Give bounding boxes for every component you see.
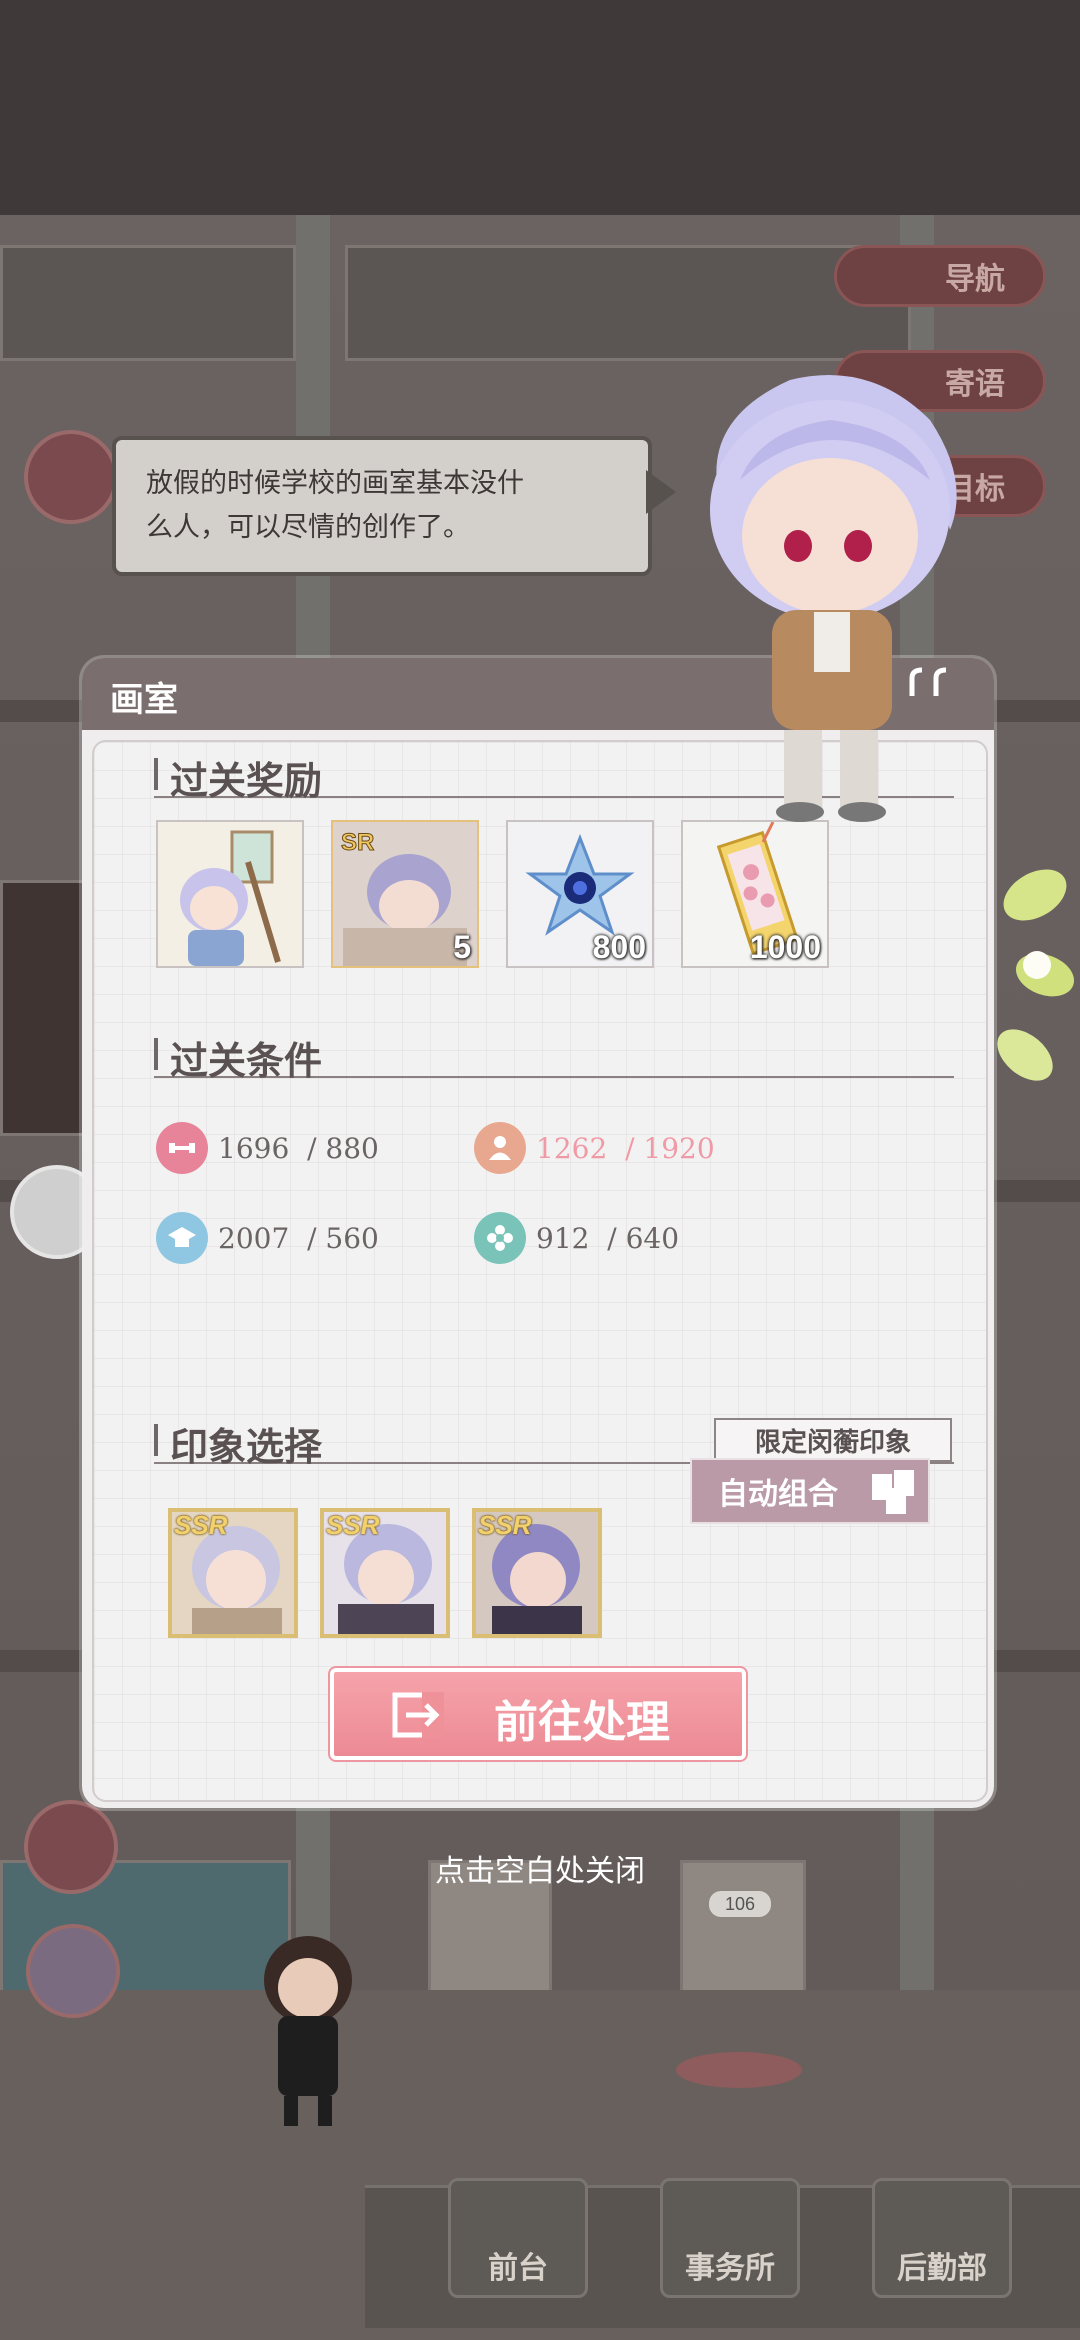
impression-title: 印象选择: [170, 1424, 323, 1469]
logistics-button[interactable]: 后勤部: [872, 2178, 1012, 2298]
speech-tail: [646, 470, 676, 514]
reward-item[interactable]: SR 5: [331, 820, 479, 968]
navigation-label: 导航: [945, 263, 1005, 296]
stat-current: 1262: [536, 1132, 608, 1165]
conditions-header: 过关条件: [154, 1028, 954, 1083]
door-number: 106: [709, 1891, 771, 1917]
reward-item[interactable]: 1000: [681, 820, 829, 968]
enter-icon: [392, 1692, 444, 1738]
reward-item[interactable]: [156, 820, 304, 968]
reward-item[interactable]: 800: [506, 820, 654, 968]
leaf-decoration: [997, 869, 1075, 1081]
speech-bubble: 放假的时候学校的画室基本没什 么人，可以尽情的创作了。: [112, 436, 652, 576]
stat-art: 912 / 640: [536, 1222, 679, 1255]
graduation-cap-icon: [156, 1212, 208, 1264]
dumbbell-icon: [156, 1122, 208, 1174]
rewards-title: 过关奖励: [170, 758, 323, 803]
logistics-label: 后勤部: [897, 2252, 987, 2285]
reward-count: 5: [453, 929, 471, 965]
rarity-badge: SSR: [174, 1510, 228, 1540]
go-process-button[interactable]: 前往处理: [328, 1666, 748, 1762]
stat-strength: 1696 / 880: [218, 1132, 379, 1165]
stat-required: / 1920: [625, 1132, 715, 1165]
auto-combine-button[interactable]: 自动组合: [690, 1458, 930, 1524]
stat-current: 1696: [218, 1132, 290, 1165]
floor-rug: [676, 2052, 802, 2088]
auto-combine-label: 自动组合: [718, 1478, 838, 1511]
reward-count: 1000: [749, 929, 821, 965]
navigation-button[interactable]: 导航: [834, 245, 1046, 307]
impression-card[interactable]: SSR: [320, 1508, 450, 1638]
stat-required: / 640: [607, 1222, 680, 1255]
svg-text:SR: SR: [341, 829, 374, 856]
front-desk-label: 前台: [488, 2252, 548, 2285]
office-button[interactable]: 事务所: [660, 2178, 800, 2298]
character-painting-card-icon: [158, 822, 302, 966]
room-window: [0, 245, 296, 361]
character-avatar-icon[interactable]: [26, 1924, 120, 2018]
limited-impression-button[interactable]: 限定闵蘅印象: [714, 1418, 952, 1462]
rarity-badge: SSR: [326, 1510, 380, 1540]
person-icon: [474, 1122, 526, 1174]
stat-knowledge: 2007 / 560: [218, 1222, 379, 1255]
speech-line: 放假的时候学校的画室基本没什: [146, 468, 524, 499]
room-shelf: [0, 880, 86, 1136]
panel-content: 过关奖励 SR 5 800 1000 过关条件 1696 / 880 1262 …: [92, 740, 988, 1802]
impression-card[interactable]: SSR: [472, 1508, 602, 1638]
walking-character: [264, 1936, 352, 2126]
room-window: [345, 245, 911, 361]
impression-card[interactable]: SSR: [168, 1508, 298, 1638]
conditions-title: 过关条件: [170, 1038, 323, 1083]
reward-count: 800: [592, 929, 646, 965]
stat-required: / 880: [307, 1132, 379, 1165]
character-chibi: [710, 375, 957, 822]
top-dark-area: [0, 0, 1080, 215]
go-process-label: 前往处理: [494, 1697, 670, 1748]
stat-current: 912: [536, 1222, 590, 1255]
front-desk-button[interactable]: 前台: [448, 2178, 588, 2298]
speech-line: 么人，可以尽情的创作了。: [146, 512, 470, 543]
panel-title: 画室: [110, 680, 178, 720]
rarity-badge: SSR: [478, 1510, 532, 1540]
stat-current: 2007: [218, 1222, 290, 1255]
close-hint[interactable]: 点击空白处关闭: [0, 1846, 1080, 1890]
cards-icon: [872, 1470, 914, 1514]
flower-icon: [474, 1212, 526, 1264]
office-label: 事务所: [685, 2252, 775, 2285]
stat-charm: 1262 / 1920: [536, 1132, 715, 1165]
building-icon[interactable]: [24, 430, 118, 524]
stat-required: / 560: [307, 1222, 379, 1255]
